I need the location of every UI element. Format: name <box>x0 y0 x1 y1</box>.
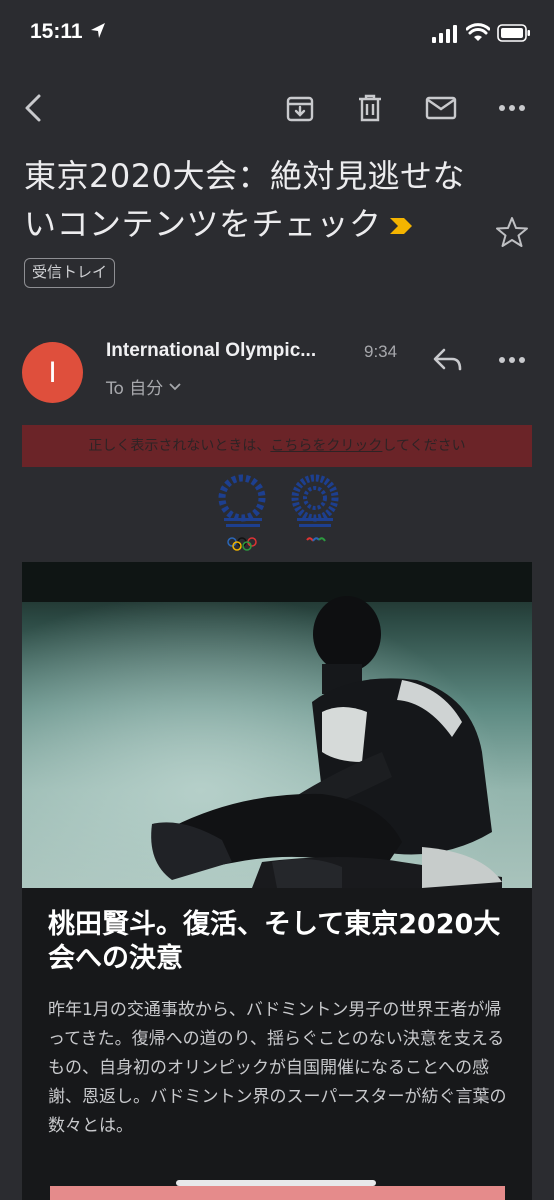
back-arrow-icon <box>25 94 41 122</box>
display-notice-bar: 正しく表示されないときは、こちらをクリックしてください <box>22 425 532 467</box>
cta-button[interactable] <box>50 1186 505 1200</box>
reply-icon <box>433 348 462 371</box>
article-body-text: 昨年1月の交通事故から、バドミントン男子の世界王者が帰ってきた。復帰への道のり、… <box>48 1000 507 1136</box>
status-time: 15:11 <box>30 20 83 43</box>
trash-icon <box>359 94 381 122</box>
email-toolbar <box>0 80 554 134</box>
recipient-details-toggle[interactable]: To 自分 <box>106 374 181 399</box>
back-button[interactable] <box>14 88 54 128</box>
sender-avatar[interactable]: I <box>22 342 83 403</box>
mail-icon <box>425 96 457 120</box>
tokyo2020-emblems <box>218 474 339 551</box>
article-card: 桃田賢斗。復活、そして東京2020大会への決意 昨年1月の交通事故から、バドミン… <box>22 888 532 1200</box>
message-more-button[interactable] <box>492 340 532 380</box>
view-in-browser-link[interactable]: こちらをクリック <box>270 438 382 454</box>
paralympic-emblem-icon <box>291 474 339 542</box>
mark-unread-button[interactable] <box>421 88 461 128</box>
wifi-icon <box>466 23 490 41</box>
important-marker-icon[interactable] <box>388 216 414 236</box>
athlete-silhouette-image <box>22 562 532 888</box>
hero-image[interactable] <box>22 562 532 888</box>
cellular-signal-icon <box>432 25 457 43</box>
reply-button[interactable] <box>428 340 468 380</box>
olympic-emblem-icon <box>218 474 266 551</box>
article-headline[interactable]: 桃田賢斗。復活、そして東京2020大会への決意 <box>48 908 518 976</box>
notice-suffix: してください <box>382 438 466 454</box>
inbox-label-chip[interactable]: 受信トレイ <box>24 258 116 288</box>
sent-time: 9:34 <box>364 342 398 361</box>
delete-button[interactable] <box>350 88 390 128</box>
star-icon[interactable] <box>494 214 530 250</box>
recipient-text: To 自分 <box>106 379 164 399</box>
more-horizontal-icon <box>499 357 525 363</box>
location-arrow-icon <box>91 23 105 38</box>
chevron-down-icon <box>169 382 181 390</box>
more-options-button[interactable] <box>492 88 532 128</box>
home-indicator[interactable] <box>176 1180 376 1186</box>
more-horizontal-icon <box>499 105 525 111</box>
battery-icon <box>497 24 530 42</box>
sender-name[interactable]: International Olympic... <box>106 340 352 362</box>
email-subject: 東京2020大会：絶対見逃せないコンテンツをチェック <box>24 152 484 248</box>
archive-icon <box>286 96 314 122</box>
archive-button[interactable] <box>280 88 320 128</box>
status-bar: 15:11 <box>0 0 554 66</box>
notice-prefix: 正しく表示されないときは、 <box>88 438 271 454</box>
